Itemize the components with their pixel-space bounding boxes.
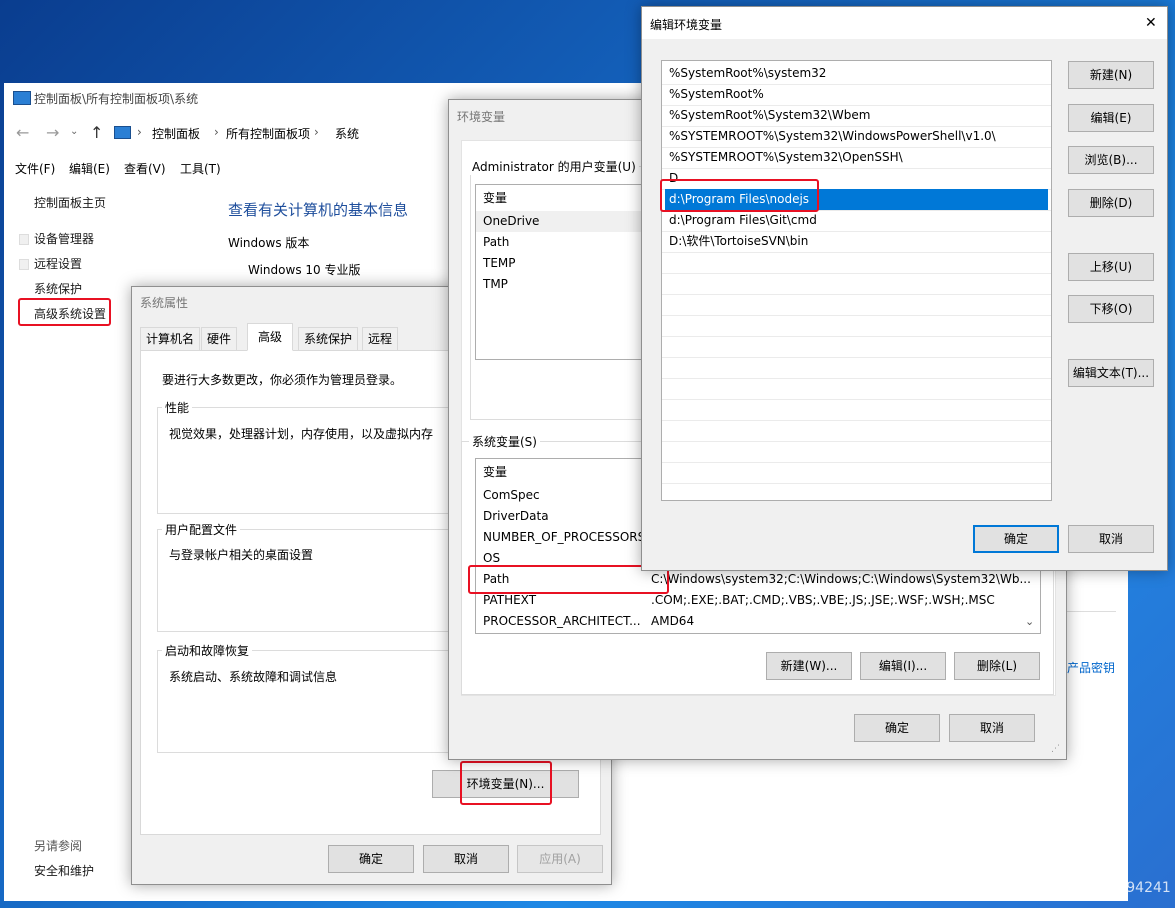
windows-edition: Windows 10 专业版 [248,263,361,277]
shield-icon [19,234,29,245]
dropdown-icon[interactable]: ⌄ [70,126,78,137]
move-up-button[interactable]: 上移(U) [1068,253,1154,281]
forward-icon[interactable]: → [46,123,59,142]
product-key-link[interactable]: 产品密钥 [1067,659,1115,676]
see-also-item[interactable]: 安全和维护 [34,862,94,879]
new-button[interactable]: 新建(W)... [766,652,852,680]
profile-label: 用户配置文件 [162,521,241,538]
var-name: PROCESSOR_ARCHITECT... [483,614,641,628]
list-item[interactable]: %SYSTEMROOT%\System32\WindowsPowerShell\… [662,126,1051,147]
address-separator-icon: › [137,125,142,139]
heading: 查看有关计算机的基本信息 [228,201,409,219]
window-title: 控制面板\所有控制面板项\系统 [34,92,199,106]
cancel-button[interactable]: 取消 [423,845,509,873]
var-value: .COM;.EXE;.BAT;.CMD;.VBS;.VBE;.JS;.JSE;.… [651,593,995,607]
list-item[interactable]: %SystemRoot% [662,84,1051,105]
startup-desc: 系统启动、系统故障和调试信息 [169,670,338,684]
var-name: PATHEXT [483,593,537,607]
table-row[interactable]: PROCESSOR_ARCHITECT... AMD64 [476,611,1040,632]
var-name: NUMBER_OF_PROCESSORS [483,530,646,544]
startup-label: 启动和故障恢复 [162,642,253,659]
table-row[interactable]: Path C:\Windows\system32;C:\Windows;C:\Wi… [476,569,1040,590]
profile-desc: 与登录帐户相关的桌面设置 [169,548,314,562]
table-row[interactable]: PATHEXT .COM;.EXE;.BAT;.CMD;.VBS;.VBE;.JS… [476,590,1040,611]
sidebar-item-home[interactable]: 控制面板主页 [34,194,106,211]
ok-button[interactable]: 确定 [328,845,414,873]
admin-note: 要进行大多数更改，你必须作为管理员登录。 [162,373,403,387]
var-name: OS [483,551,501,565]
edit-button[interactable]: 编辑(E) [1068,104,1154,132]
performance-desc: 视觉效果，处理器计划，内存使用，以及虚拟内存 [169,427,434,441]
shield-icon [19,259,29,270]
breadcrumb-item[interactable]: 控制面板 [152,125,200,142]
sidebar-item-advanced[interactable]: 高级系统设置 [34,305,106,322]
browse-button[interactable]: 浏览(B)... [1068,146,1154,174]
menu-edit[interactable]: 编辑(E) [69,160,110,177]
dialog-title: 系统属性 [140,296,189,310]
address-separator-icon: › [214,125,219,139]
close-icon[interactable]: ✕ [1145,15,1157,31]
ok-button[interactable]: 确定 [973,525,1059,553]
breadcrumb-item[interactable]: 系统 [335,125,359,142]
list-item[interactable]: d:\Program Files\Git\cmd [662,210,1051,231]
user-vars-label: Administrator 的用户变量(U) [469,158,639,175]
cancel-button[interactable]: 取消 [1068,525,1154,553]
address-computer-icon [114,126,131,139]
dialog-title: 编辑环境变量 [650,18,723,32]
address-separator-icon: › [314,125,319,139]
sidebar-item-device-manager[interactable]: 设备管理器 [34,230,94,247]
scroll-down-icon[interactable]: ⌄ [1025,615,1034,628]
ok-button[interactable]: 确定 [854,714,940,742]
back-icon[interactable]: ← [16,123,29,142]
list-item[interactable]: %SystemRoot%\System32\Wbem [662,105,1051,126]
menu-tools[interactable]: 工具(T) [180,160,221,177]
see-also-label: 另请参阅 [34,839,83,853]
delete-button[interactable]: 删除(D) [1068,189,1154,217]
new-button[interactable]: 新建(N) [1068,61,1154,89]
windows-edition-label: Windows 版本 [228,236,310,250]
dialog-title: 环境变量 [457,110,506,124]
breadcrumb-item[interactable]: 所有控制面板项 [226,125,310,142]
tab-remote[interactable]: 远程 [362,327,399,351]
menu-view[interactable]: 查看(V) [124,160,166,177]
move-down-button[interactable]: 下移(O) [1068,295,1154,323]
up-icon[interactable]: ↑ [90,123,103,142]
computer-icon [13,91,31,105]
tab-computer-name[interactable]: 计算机名 [140,327,201,351]
divider [1066,611,1116,612]
var-value: AMD64 [651,614,695,628]
tab-hardware[interactable]: 硬件 [201,327,238,351]
sidebar-item-protection[interactable]: 系统保护 [34,280,82,297]
environment-variables-button[interactable]: 环境变量(N)... [432,770,579,798]
list-item[interactable]: %SystemRoot%\system32 [662,63,1051,84]
watermark: https://blog.csdn.net/qq_16494241 [925,880,1171,896]
menu-file[interactable]: 文件(F) [15,160,55,177]
var-name: DriverData [483,509,549,523]
path-entry-list[interactable]: %SystemRoot%\system32 %SystemRoot% %Syst… [661,60,1052,501]
edit-button[interactable]: 编辑(I)... [860,652,946,680]
list-item[interactable]: %SYSTEMROOT%\System32\OpenSSH\ [662,147,1051,168]
delete-button[interactable]: 删除(L) [954,652,1040,680]
system-vars-label: 系统变量(S) [469,433,540,450]
var-name: ComSpec [483,488,540,502]
tab-system-protection[interactable]: 系统保护 [298,327,359,351]
edit-environment-variable-dialog: 编辑环境变量 ✕ %SystemRoot%\system32 %SystemRo… [641,6,1168,571]
performance-label: 性能 [162,399,193,416]
tab-advanced[interactable]: 高级 [247,323,294,351]
var-name: Path [483,572,510,586]
cancel-button[interactable]: 取消 [949,714,1035,742]
apply-button[interactable]: 应用(A) [517,845,603,873]
edit-text-button[interactable]: 编辑文本(T)... [1068,359,1154,387]
list-item[interactable]: D [662,168,1051,189]
var-value: C:\Windows\system32;C:\Windows;C:\Window… [651,572,1031,586]
sidebar-item-remote[interactable]: 远程设置 [34,255,82,272]
resize-grip-icon[interactable]: ⋰ [1051,744,1060,754]
list-item-selected[interactable]: d:\Program Files\nodejs [665,189,1048,210]
list-item[interactable]: D:\软件\TortoiseSVN\bin [662,231,1051,252]
